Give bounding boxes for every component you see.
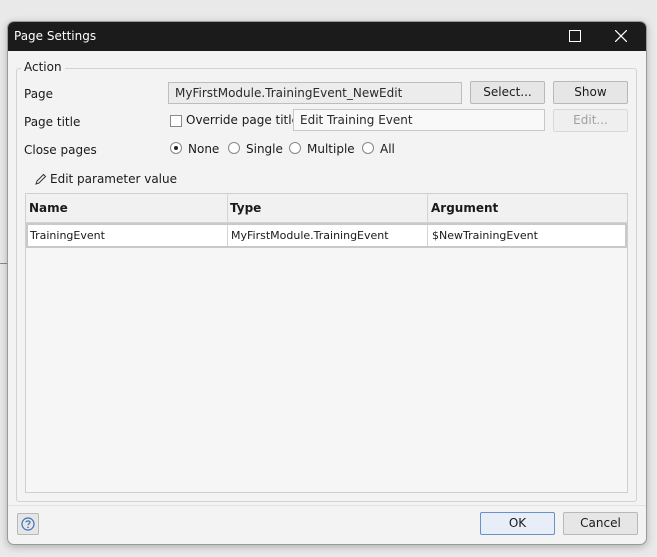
page-field[interactable]: MyFirstModule.TrainingEvent_NewEdit bbox=[168, 82, 462, 104]
page-title-label: Page title bbox=[24, 115, 81, 129]
close-pages-single-label: Single bbox=[246, 142, 283, 156]
override-title-checkbox[interactable] bbox=[170, 115, 182, 127]
column-header-name[interactable]: Name bbox=[29, 201, 68, 215]
edit-parameter-label: Edit parameter value bbox=[50, 172, 177, 186]
close-pages-none-label: None bbox=[188, 142, 220, 156]
title-bar: Page Settings bbox=[8, 22, 646, 51]
cell-name: TrainingEvent bbox=[30, 229, 105, 242]
close-button[interactable] bbox=[599, 22, 645, 51]
close-icon bbox=[615, 30, 627, 42]
column-header-argument[interactable]: Argument bbox=[431, 201, 498, 215]
page-label: Page bbox=[24, 87, 54, 101]
close-pages-label: Close pages bbox=[24, 143, 97, 157]
edit-title-button[interactable]: Edit... bbox=[553, 109, 628, 132]
window-title: Page Settings bbox=[14, 29, 97, 43]
cancel-button[interactable]: Cancel bbox=[563, 512, 638, 535]
column-divider bbox=[227, 225, 228, 246]
show-page-button[interactable]: Show bbox=[553, 81, 628, 104]
help-icon bbox=[21, 517, 35, 531]
maximize-button[interactable] bbox=[553, 22, 599, 51]
column-divider bbox=[427, 225, 428, 246]
column-divider bbox=[427, 194, 428, 222]
override-title-label: Override page title bbox=[186, 113, 299, 127]
close-pages-multiple-label: Multiple bbox=[307, 142, 355, 156]
close-pages-all-radio[interactable] bbox=[362, 142, 374, 154]
table-header: Name Type Argument bbox=[26, 194, 627, 223]
select-page-button[interactable]: Select... bbox=[470, 81, 545, 104]
ok-button[interactable]: OK bbox=[480, 512, 555, 535]
cell-argument: $NewTrainingEvent bbox=[432, 229, 538, 242]
help-button[interactable] bbox=[17, 513, 39, 535]
column-divider bbox=[227, 194, 228, 222]
footer-divider bbox=[8, 505, 646, 506]
action-group-legend: Action bbox=[21, 60, 65, 74]
cell-type: MyFirstModule.TrainingEvent bbox=[231, 229, 389, 242]
table-row[interactable]: TrainingEvent MyFirstModule.TrainingEven… bbox=[26, 223, 627, 248]
maximize-icon bbox=[569, 30, 581, 42]
close-pages-single-radio[interactable] bbox=[228, 142, 240, 154]
column-header-type[interactable]: Type bbox=[230, 201, 261, 215]
pencil-icon bbox=[35, 173, 47, 185]
page-title-field[interactable]: Edit Training Event bbox=[293, 109, 545, 131]
page-settings-dialog: Page Settings Action Page MyFirstModule.… bbox=[7, 21, 647, 545]
close-pages-all-label: All bbox=[380, 142, 395, 156]
close-pages-none-radio[interactable] bbox=[170, 142, 182, 154]
close-pages-multiple-radio[interactable] bbox=[289, 142, 301, 154]
parameters-table: Name Type Argument TrainingEvent MyFirst… bbox=[25, 193, 628, 493]
